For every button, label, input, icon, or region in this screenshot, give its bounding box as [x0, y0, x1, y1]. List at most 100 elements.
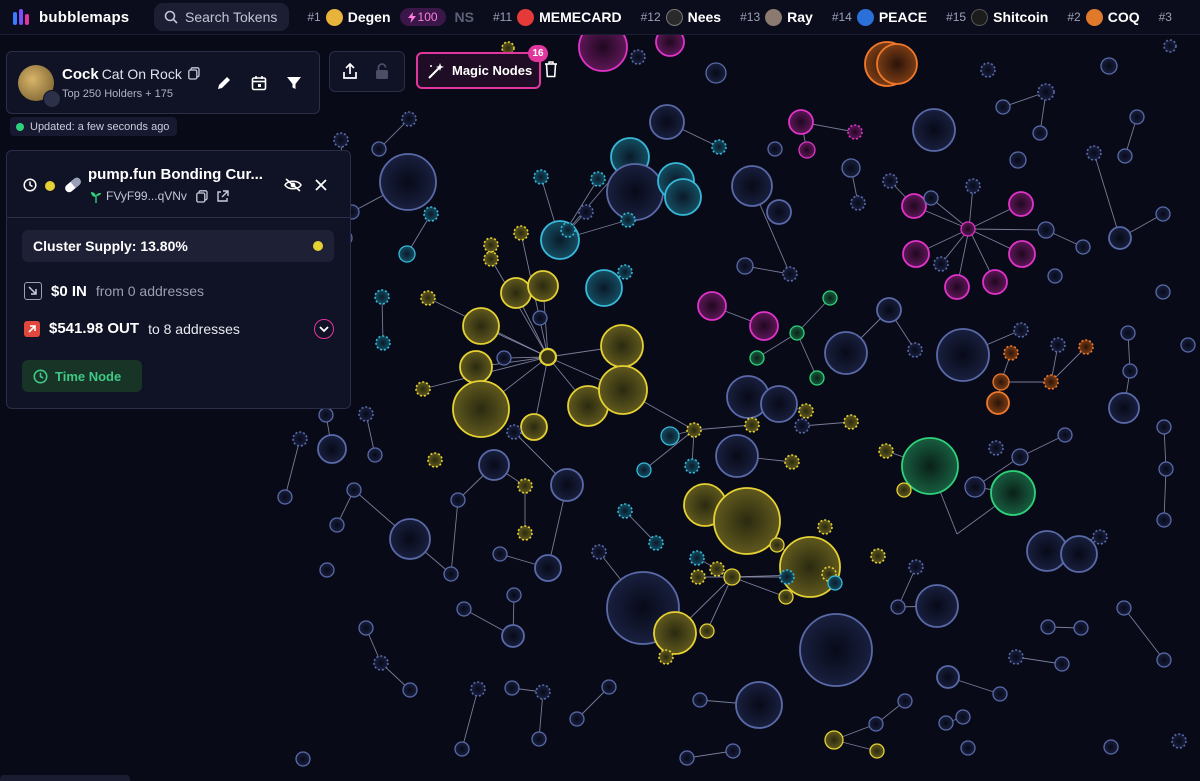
holder-bubble[interactable] — [318, 407, 334, 423]
holder-bubble[interactable] — [531, 731, 547, 747]
holder-bubble[interactable] — [601, 679, 617, 695]
holder-bubble[interactable] — [960, 221, 976, 237]
holder-bubble[interactable] — [843, 414, 859, 430]
ticker-degen[interactable]: #1 Degen 100 NS — [307, 8, 474, 26]
holder-bubble[interactable] — [788, 109, 814, 135]
holder-bubble[interactable] — [938, 715, 954, 731]
holder-bubble[interactable] — [705, 62, 727, 84]
holder-bubble[interactable] — [1008, 649, 1024, 665]
time-node-button[interactable]: Time Node — [22, 360, 142, 392]
copy-icon[interactable] — [196, 190, 208, 203]
holder-bubble[interactable] — [402, 682, 418, 698]
holder-bubble[interactable] — [697, 291, 727, 321]
selected-node[interactable] — [538, 347, 558, 367]
holder-bubble[interactable] — [744, 417, 760, 433]
holder-bubble[interactable] — [598, 365, 648, 415]
holder-bubble[interactable] — [292, 431, 308, 447]
holder-bubble[interactable] — [841, 158, 861, 178]
holder-bubble[interactable] — [965, 178, 981, 194]
holder-bubble[interactable] — [923, 190, 939, 206]
holder-bubble[interactable] — [506, 587, 522, 603]
holder-bubble[interactable] — [483, 237, 499, 253]
holder-bubble[interactable] — [346, 482, 362, 498]
holder-bubble[interactable] — [319, 562, 335, 578]
out-flow-row[interactable]: $541.98 OUT to 8 addresses — [24, 320, 240, 337]
holder-bubble[interactable] — [868, 716, 884, 732]
holder-bubble[interactable] — [1122, 363, 1138, 379]
holder-bubble[interactable] — [367, 447, 383, 463]
holder-bubble[interactable] — [1043, 374, 1059, 390]
holder-bubble[interactable] — [630, 49, 646, 65]
holder-bubble[interactable] — [1086, 145, 1102, 161]
holder-bubble[interactable] — [534, 554, 562, 582]
holder-bubble[interactable] — [454, 741, 470, 757]
holder-bubble[interactable] — [443, 566, 459, 582]
holder-bubble[interactable] — [944, 274, 970, 300]
holder-bubble[interactable] — [1037, 83, 1055, 101]
holder-bubble[interactable] — [1103, 739, 1119, 755]
holder-bubble[interactable] — [295, 751, 311, 767]
filter-button[interactable] — [282, 71, 306, 95]
holder-bubble[interactable] — [456, 601, 472, 617]
holder-bubble[interactable] — [822, 290, 838, 306]
holder-bubble[interactable] — [550, 468, 584, 502]
holder-bubble[interactable] — [711, 139, 727, 155]
holder-bubble[interactable] — [1008, 191, 1034, 217]
holder-bubble[interactable] — [1032, 125, 1048, 141]
holder-bubble[interactable] — [782, 266, 798, 282]
ticker-ray[interactable]: #13 Ray — [740, 8, 813, 26]
holder-bubble[interactable] — [653, 611, 697, 655]
holder-bubble[interactable] — [648, 535, 664, 551]
holder-bubble[interactable] — [401, 111, 417, 127]
ticker-shitcoin[interactable]: #15 Shitcoin — [946, 8, 1048, 26]
holder-bubble[interactable] — [569, 711, 585, 727]
app-logo[interactable]: bubblemaps — [12, 8, 140, 26]
holder-bubble[interactable] — [1155, 206, 1171, 222]
holder-bubble[interactable] — [799, 613, 873, 687]
holder-bubble[interactable] — [459, 350, 493, 384]
holder-bubble[interactable] — [1116, 600, 1132, 616]
holder-bubble[interactable] — [736, 257, 754, 275]
calendar-button[interactable] — [247, 71, 271, 95]
holder-bubble[interactable] — [817, 519, 833, 535]
holder-bubble[interactable] — [591, 544, 607, 560]
holder-bubble[interactable] — [890, 599, 906, 615]
holder-bubble[interactable] — [1050, 337, 1066, 353]
holder-bubble[interactable] — [760, 385, 798, 423]
holder-bubble[interactable] — [907, 342, 923, 358]
holder-bubble[interactable] — [578, 204, 594, 220]
holder-bubble[interactable] — [964, 476, 986, 498]
holder-bubble[interactable] — [462, 307, 500, 345]
holder-bubble[interactable] — [398, 245, 416, 263]
holder-bubble[interactable] — [470, 681, 486, 697]
holder-bubble[interactable] — [980, 62, 996, 78]
holder-bubble[interactable] — [636, 462, 652, 478]
holder-bubble[interactable] — [912, 108, 956, 152]
holder-bubble[interactable] — [933, 256, 949, 272]
holder-bubble[interactable] — [824, 730, 844, 750]
holder-bubble[interactable] — [375, 335, 391, 351]
holder-bubble[interactable] — [679, 750, 695, 766]
holder-bubble[interactable] — [1108, 392, 1140, 424]
holder-bubble[interactable] — [415, 381, 431, 397]
holder-bubble[interactable] — [699, 623, 715, 639]
holder-bubble[interactable] — [1100, 57, 1118, 75]
holder-bubble[interactable] — [876, 297, 902, 323]
holder-bubble[interactable] — [617, 503, 633, 519]
holder-bubble[interactable] — [358, 620, 374, 636]
holder-bubble[interactable] — [1003, 345, 1019, 361]
clock-icon[interactable] — [23, 178, 37, 192]
holder-bubble[interactable] — [277, 489, 293, 505]
ticker-peace[interactable]: #14 PEACE — [832, 8, 927, 26]
holder-bubble[interactable] — [520, 413, 548, 441]
holder-bubble[interactable] — [427, 452, 443, 468]
holder-bubble[interactable] — [333, 132, 349, 148]
ticker-coq[interactable]: #2 COQ — [1067, 8, 1140, 26]
holder-bubble[interactable] — [1092, 529, 1108, 545]
holder-bubble[interactable] — [517, 525, 533, 541]
holder-bubble[interactable] — [1163, 39, 1177, 53]
holder-bubble[interactable] — [1060, 535, 1098, 573]
holder-bubble[interactable] — [896, 482, 912, 498]
magic-nodes-button[interactable]: Magic Nodes — [416, 52, 541, 89]
holder-bubble[interactable] — [798, 141, 816, 159]
